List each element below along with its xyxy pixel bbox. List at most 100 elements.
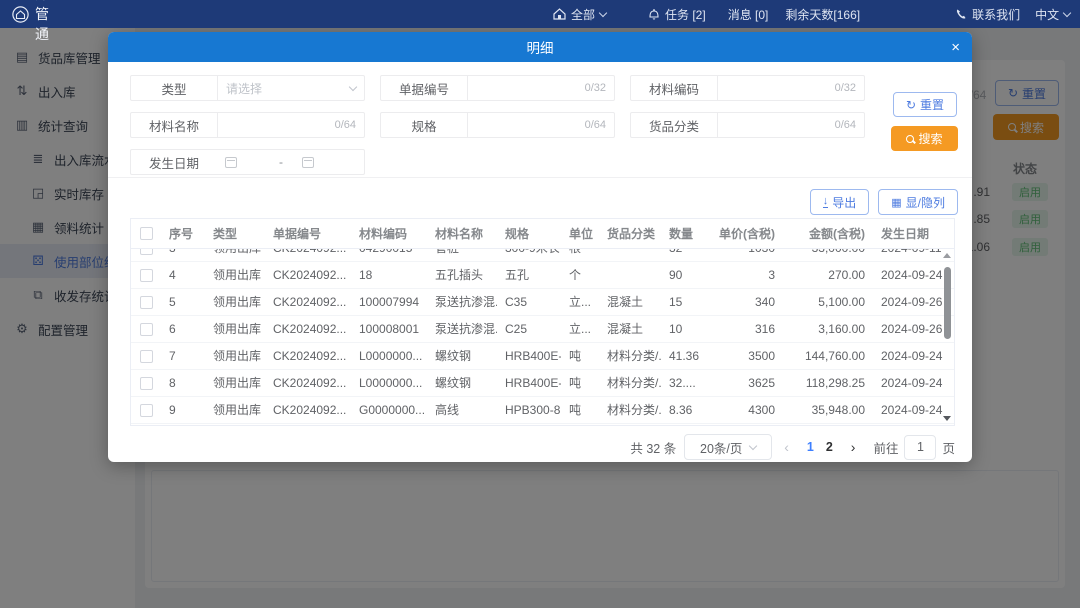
pagination-total: 共 32 条 — [630, 438, 676, 457]
column-header: 发生日期 — [873, 219, 954, 248]
calendar-icon[interactable] — [302, 157, 314, 168]
table-row[interactable]: 5领用出库CK2024092...100007994泵送抗渗混...C35立..… — [131, 289, 954, 316]
material-name-field[interactable]: 材料名称 0/64 — [130, 112, 365, 138]
doc-no-label: 单据编号 — [381, 79, 467, 98]
scroll-down-icon[interactable] — [943, 416, 951, 421]
table-cell: 个 — [561, 262, 599, 288]
bell-icon — [648, 8, 660, 21]
row-checkbox[interactable] — [140, 377, 153, 390]
table-body: 3领用出库CK2024092...04290015管桩300-9米长根32103… — [131, 249, 954, 425]
table-cell: 15 — [661, 289, 709, 315]
table-cell: CK2024092... — [265, 316, 351, 342]
row-checkbox[interactable] — [140, 404, 153, 417]
table-cell: 1030 — [709, 249, 783, 261]
table-cell: 材料分类/... — [599, 370, 661, 396]
table-cell: CK2024092... — [265, 343, 351, 369]
spec-field[interactable]: 规格 0/64 — [380, 112, 615, 138]
type-placeholder: 请选择 — [226, 80, 262, 97]
scrollbar-thumb[interactable] — [944, 267, 951, 339]
table-cell: 五孔插头 — [427, 262, 497, 288]
prev-page-button[interactable]: ‹ — [780, 439, 793, 455]
spec-counter: 0/64 — [585, 119, 606, 131]
table-cell: G0000000... — [351, 397, 427, 423]
scope-selector[interactable]: 全部 — [553, 6, 606, 23]
messages-link[interactable]: 消息 [0] — [728, 6, 769, 23]
pagination: 共 32 条 20条/页 ‹ 12 › 前往 页 — [108, 426, 972, 460]
next-page-button[interactable]: › — [847, 439, 860, 455]
table-cell: 3 — [709, 262, 783, 288]
table-row[interactable]: 4领用出库CK2024092...18五孔插头五孔个903270.002024-… — [131, 262, 954, 289]
table-cell: 混凝土 — [599, 316, 661, 342]
close-icon[interactable]: × — [951, 32, 960, 62]
date-range-field[interactable]: 发生日期 - — [130, 149, 365, 175]
select-all-checkbox[interactable] — [140, 227, 153, 240]
table-cell: CK2024092... — [265, 262, 351, 288]
contact-label: 联系我们 — [972, 6, 1020, 23]
table-cell: 3,160.00 — [783, 316, 873, 342]
table-row[interactable]: 3领用出库CK2024092...04290015管桩300-9米长根32103… — [131, 249, 954, 262]
table-row[interactable]: 6领用出库CK2024092...100008001泵送抗渗混...C25立..… — [131, 316, 954, 343]
column-header: 数量 — [661, 219, 709, 248]
days-left: 剩余天数[166] — [785, 6, 860, 23]
row-checkbox[interactable] — [140, 350, 153, 363]
scroll-up-icon[interactable] — [943, 253, 951, 258]
type-label: 类型 — [131, 79, 217, 98]
table-cell: 32.... — [661, 370, 709, 396]
table-cell: 领用出库 — [205, 370, 265, 396]
table-cell: 5 — [161, 289, 205, 315]
material-code-label: 材料编码 — [631, 79, 717, 98]
reset-button[interactable]: ↻ 重置 — [893, 92, 957, 117]
table-cell: CK2024092... — [265, 249, 351, 261]
export-button[interactable]: ↓ 导出 — [810, 189, 870, 215]
table-cell: 螺纹钢 — [427, 343, 497, 369]
row-checkbox[interactable] — [140, 323, 153, 336]
table-cell: 泵送抗渗混... — [427, 289, 497, 315]
doc-no-field[interactable]: 单据编号 0/32 — [380, 75, 615, 101]
category-label: 货品分类 — [631, 116, 717, 135]
table-cell: 管桩 — [427, 249, 497, 261]
search-button[interactable]: 搜索 — [891, 126, 958, 151]
page-size-select[interactable]: 20条/页 — [684, 434, 772, 460]
date-separator: - — [279, 155, 283, 169]
table-cell: 144,760.00 — [783, 343, 873, 369]
material-code-field[interactable]: 材料编码 0/32 — [630, 75, 865, 101]
page-number-button[interactable]: 1 — [801, 440, 820, 454]
table-cell: CK2024092... — [265, 289, 351, 315]
toggle-columns-button[interactable]: ▦ 显/隐列 — [878, 189, 958, 215]
table-row[interactable]: 8领用出库CK2024092...L0000000...螺纹钢HRB400E-.… — [131, 370, 954, 397]
table-cell: 高线 — [427, 397, 497, 423]
column-header: 材料名称 — [427, 219, 497, 248]
table-cell: 根 — [561, 249, 599, 261]
table-row[interactable]: 9领用出库CK2024092...G0000000...高线HPB300-8吨材… — [131, 397, 954, 424]
column-header: 材料编码 — [351, 219, 427, 248]
language-selector[interactable]: 中文 — [1035, 6, 1070, 23]
page-number-button[interactable]: 2 — [820, 440, 839, 454]
row-checkbox[interactable] — [140, 249, 153, 255]
table-cell: 33,000.00 — [783, 249, 873, 261]
table-cell: 领用出库 — [205, 262, 265, 288]
table-row[interactable]: 7领用出库CK2024092...L0000000...螺纹钢HRB400E-.… — [131, 343, 954, 370]
app-logo-icon — [12, 6, 29, 23]
page-unit-label: 页 — [942, 438, 955, 457]
chevron-down-icon — [599, 8, 607, 16]
table-cell: 领用出库 — [205, 397, 265, 423]
download-icon: ↓ — [823, 197, 829, 208]
table-cell: 吨 — [561, 370, 599, 396]
column-header: 单价(含税) — [709, 219, 783, 248]
table-cell: 6 — [161, 316, 205, 342]
table-cell: 吨 — [561, 397, 599, 423]
goto-page-input[interactable] — [904, 435, 936, 460]
table-cell: 立... — [561, 316, 599, 342]
type-field[interactable]: 类型 请选择 — [130, 75, 365, 101]
contact-link[interactable]: 联系我们 — [955, 6, 1020, 23]
home-icon — [553, 8, 566, 20]
calendar-icon[interactable] — [225, 157, 237, 168]
chevron-down-icon — [1063, 8, 1071, 16]
table-scrollbar[interactable] — [941, 250, 953, 424]
chevron-down-icon — [749, 441, 757, 449]
row-checkbox[interactable] — [140, 296, 153, 309]
row-checkbox[interactable] — [140, 269, 153, 282]
tasks-link[interactable]: 任务 [2] — [648, 6, 706, 23]
data-table: 序号类型单据编号材料编码材料名称规格单位货品分类数量单价(含税)金额(含税)发生… — [130, 218, 955, 426]
category-field[interactable]: 货品分类 0/64 — [630, 112, 865, 138]
